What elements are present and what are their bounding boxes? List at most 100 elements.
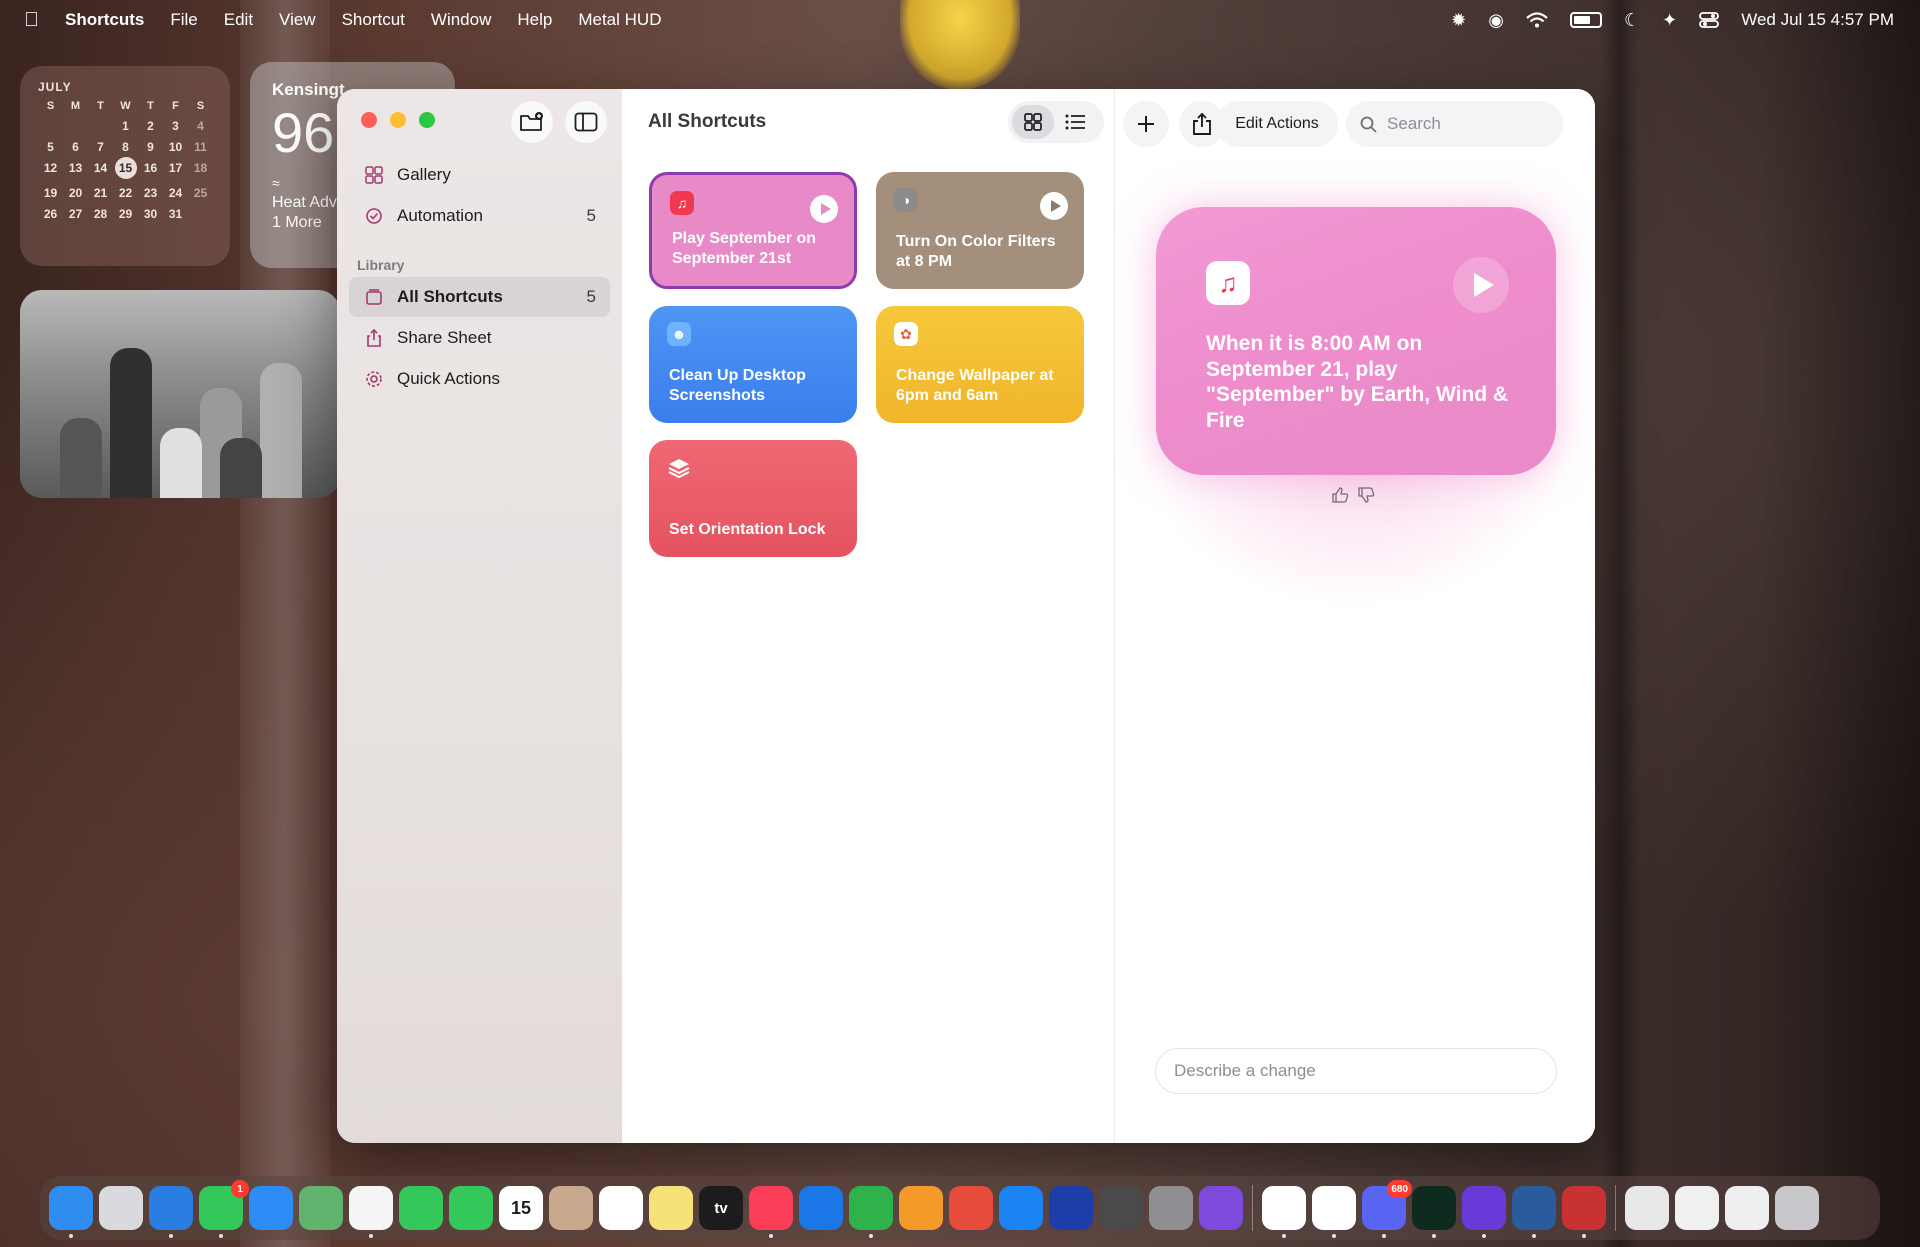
dock-app-tv[interactable]: tv (699, 1186, 743, 1230)
calendar-day: 17 (168, 161, 183, 175)
dock-running-indicator (169, 1234, 173, 1238)
sidebar-item-all-shortcuts[interactable]: All Shortcuts 5 (349, 277, 610, 317)
focus-icon[interactable]: ✦ (1662, 11, 1677, 29)
shortcut-card-change-wallpaper[interactable]: ✿ Change Wallpaper at 6pm and 6am (876, 306, 1084, 423)
dock-app-discord[interactable]: 680 (1362, 1180, 1412, 1238)
thumbs-down-icon[interactable] (1357, 486, 1375, 504)
search-field[interactable] (1346, 101, 1563, 147)
dock-app-contacts[interactable] (549, 1186, 593, 1230)
calendar-day: 28 (93, 207, 108, 221)
shortcut-preview-card[interactable]: ♫ When it is 8:00 AM on September 21, pl… (1156, 207, 1556, 475)
dock-app-preview[interactable] (1675, 1186, 1719, 1230)
calendar-day (88, 119, 113, 133)
run-shortcut-button[interactable] (810, 195, 838, 223)
calendar-day: 19 (43, 186, 58, 200)
dock-app-mail[interactable] (249, 1186, 293, 1230)
moon-icon[interactable]: ☾ (1624, 11, 1640, 29)
dock-app-keynote[interactable] (799, 1186, 843, 1230)
shortcut-card-clean-up-screenshots[interactable]: ☻ Clean Up Desktop Screenshots (649, 306, 857, 423)
menu-view[interactable]: View (279, 10, 316, 30)
thumbs-up-icon[interactable] (1331, 486, 1349, 504)
battery-icon[interactable] (1569, 12, 1602, 28)
add-shortcut-button[interactable] (1123, 101, 1169, 147)
window-close-button[interactable] (361, 112, 377, 128)
dock-app-numbers[interactable] (849, 1186, 893, 1238)
menu-metal-hud[interactable]: Metal HUD (578, 10, 661, 30)
dock-app-notes[interactable] (649, 1186, 693, 1230)
dock-app-files[interactable] (1725, 1186, 1769, 1230)
shortcut-card-color-filters[interactable]: ◑ Turn On Color Filters at 8 PM (876, 172, 1084, 289)
dock-app-phone[interactable] (449, 1186, 493, 1230)
dock-app-launchpad[interactable] (99, 1186, 143, 1230)
dock-app-shortcuts[interactable] (1462, 1186, 1506, 1238)
menubar-clock[interactable]: Wed Jul 15 4:57 PM (1741, 10, 1894, 30)
list-icon (1065, 114, 1085, 130)
page-title: All Shortcuts (648, 111, 767, 132)
dock-app-help[interactable] (1099, 1186, 1143, 1230)
dock-app-music[interactable] (749, 1186, 793, 1238)
dock-app-system-settings[interactable] (1149, 1186, 1193, 1230)
shortcut-card-orientation-lock[interactable]: Set Orientation Lock (649, 440, 857, 557)
dock-app-rocket[interactable] (949, 1186, 993, 1230)
calendar-day: 30 (143, 207, 158, 221)
menu-file[interactable]: File (170, 10, 197, 30)
sidebar-item-label: Gallery (397, 165, 451, 184)
dock-app-slack[interactable] (1312, 1186, 1356, 1238)
run-shortcut-button[interactable] (1453, 257, 1509, 313)
finder-icon: ☻ (667, 322, 691, 346)
sidebar-item-share-sheet[interactable]: Share Sheet (349, 318, 610, 358)
dock-app-trash[interactable] (1775, 1186, 1819, 1230)
calendar-day: 7 (97, 140, 104, 154)
dock-app-app-store[interactable] (999, 1186, 1043, 1230)
calendar-day (38, 119, 63, 133)
screen-record-icon[interactable]: ◉ (1488, 11, 1504, 29)
photo-widget[interactable] (20, 290, 340, 498)
shortcut-card-play-september[interactable]: ♫ Play September on September 21st (649, 172, 857, 289)
dock-app-chatgpt[interactable] (1412, 1186, 1456, 1238)
dock-app-robot[interactable] (1512, 1186, 1556, 1238)
dock-running-indicator (869, 1234, 873, 1238)
play-icon (820, 203, 831, 215)
dock-app-pages[interactable] (899, 1186, 943, 1230)
dock-app-parallels[interactable] (1562, 1186, 1606, 1238)
dock-app-photos[interactable] (349, 1186, 393, 1238)
run-shortcut-button[interactable] (1040, 192, 1068, 220)
window-zoom-button[interactable] (419, 112, 435, 128)
calendar-day: 11 (194, 140, 207, 154)
dock-app-reminders[interactable] (599, 1186, 643, 1230)
menu-edit[interactable]: Edit (224, 10, 253, 30)
wifi-icon[interactable] (1526, 12, 1548, 28)
sidebar-item-automation[interactable]: Automation 5 (349, 196, 610, 236)
grid-view-button[interactable] (1012, 105, 1054, 139)
sidebar-item-gallery[interactable]: Gallery (349, 155, 610, 195)
edit-actions-button[interactable]: Edit Actions (1216, 101, 1338, 147)
dock-app-calendar[interactable]: 15 (499, 1186, 543, 1230)
dock-app-messages[interactable]: 1 (199, 1180, 249, 1238)
dock-app-documents[interactable] (1625, 1186, 1669, 1230)
dock-app-finder[interactable] (49, 1186, 93, 1238)
menu-help[interactable]: Help (517, 10, 552, 30)
search-input[interactable] (1387, 114, 1547, 134)
dock-app-chrome[interactable] (1262, 1186, 1306, 1238)
sidebar-item-label: Quick Actions (397, 369, 500, 388)
cast-icon[interactable]: ✹ (1451, 11, 1466, 29)
describe-change-field[interactable] (1155, 1048, 1557, 1094)
dock-app-feedback[interactable] (1199, 1186, 1243, 1230)
menu-window[interactable]: Window (431, 10, 491, 30)
apple-menu-icon[interactable]:  (24, 9, 39, 32)
calendar-widget[interactable]: JULY S M T W T F S 1 2 3 4 5 6 7 8 9 10 11 12 13 14 15 16 17 18 1… (20, 66, 230, 266)
dock-app-maps[interactable] (299, 1186, 343, 1230)
dock-app-facetime[interactable] (399, 1186, 443, 1230)
toggle-sidebar-button[interactable] (565, 101, 607, 143)
window-minimize-button[interactable] (390, 112, 406, 128)
gallery-icon (365, 166, 383, 184)
menu-app-name[interactable]: Shortcuts (65, 10, 144, 30)
list-view-button[interactable] (1054, 105, 1096, 139)
sidebar-item-quick-actions[interactable]: Quick Actions (349, 359, 610, 399)
describe-change-input[interactable] (1174, 1061, 1534, 1081)
dock-app-mirror[interactable] (1049, 1186, 1093, 1230)
control-center-icon[interactable] (1699, 11, 1720, 29)
menu-shortcut[interactable]: Shortcut (342, 10, 405, 30)
dock-app-safari[interactable] (149, 1186, 193, 1238)
new-folder-button[interactable] (511, 101, 553, 143)
